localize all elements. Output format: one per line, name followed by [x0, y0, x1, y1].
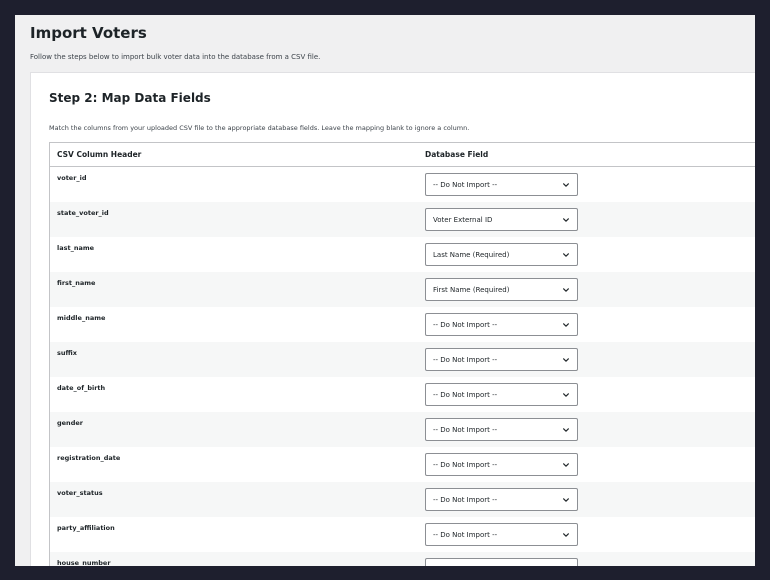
step-title: Step 2: Map Data Fields	[49, 91, 211, 105]
page-description: Follow the steps below to import bulk vo…	[30, 53, 321, 61]
csv-column-name: suffix	[57, 349, 77, 357]
table-row: voter_status -- Do Not Import --	[50, 482, 755, 517]
table-row: state_voter_id Voter External ID	[50, 202, 755, 237]
csv-column-name: state_voter_id	[57, 209, 109, 217]
select-value: Last Name (Required)	[433, 251, 510, 259]
select-value: -- Do Not Import --	[433, 426, 498, 434]
select-value: -- Do Not Import --	[433, 391, 498, 399]
select-value: Voter External ID	[433, 216, 493, 224]
table-row: date_of_birth -- Do Not Import --	[50, 377, 755, 412]
csv-column-name: last_name	[57, 244, 95, 252]
step-description: Match the columns from your uploaded CSV…	[49, 124, 470, 132]
chevron-down-icon	[563, 393, 569, 397]
database-field-select[interactable]: -- Do Not Import --	[425, 418, 578, 441]
header-database-field: Database Field	[425, 150, 489, 159]
chevron-down-icon	[563, 323, 569, 327]
database-field-select[interactable]: -- Do Not Import --	[425, 453, 578, 476]
table-row: suffix -- Do Not Import --	[50, 342, 755, 377]
table-body: voter_id -- Do Not Import -- state_voter_i…	[50, 167, 755, 566]
chevron-down-icon	[563, 358, 569, 362]
database-field-select[interactable]: -- Do Not Import --	[425, 173, 578, 196]
csv-column-name: date_of_birth	[57, 384, 106, 392]
page-title: Import Voters	[30, 24, 147, 42]
table-row: gender -- Do Not Import --	[50, 412, 755, 447]
database-field-select[interactable]: -- Do Not Import --	[425, 383, 578, 406]
chevron-down-icon	[563, 428, 569, 432]
mapping-table: CSV Column Header Database Field voter_i…	[49, 142, 755, 566]
table-row: house_number -- Do Not Import --	[50, 552, 755, 566]
table-row: party_affiliation -- Do Not Import --	[50, 517, 755, 552]
table-row: voter_id -- Do Not Import --	[50, 167, 755, 202]
csv-column-name: party_affiliation	[57, 524, 115, 532]
header-csv-column: CSV Column Header	[57, 150, 142, 159]
table-row: first_name First Name (Required)	[50, 272, 755, 307]
select-value: -- Do Not Import --	[433, 496, 498, 504]
select-value: -- Do Not Import --	[433, 181, 498, 189]
mapping-card: Step 2: Map Data Fields Match the column…	[30, 72, 755, 566]
database-field-select[interactable]: -- Do Not Import --	[425, 348, 578, 371]
csv-column-name: voter_status	[57, 489, 103, 497]
select-value: -- Do Not Import --	[433, 461, 498, 469]
table-header: CSV Column Header Database Field	[50, 143, 755, 167]
chevron-down-icon	[563, 183, 569, 187]
database-field-select[interactable]: -- Do Not Import --	[425, 488, 578, 511]
csv-column-name: middle_name	[57, 314, 106, 322]
database-field-select[interactable]: First Name (Required)	[425, 278, 578, 301]
select-value: First Name (Required)	[433, 286, 510, 294]
select-value: -- Do Not Import --	[433, 356, 498, 364]
chevron-down-icon	[563, 533, 569, 537]
select-value: -- Do Not Import --	[433, 531, 498, 539]
csv-column-name: first_name	[57, 279, 96, 287]
database-field-select[interactable]: -- Do Not Import --	[425, 313, 578, 336]
database-field-select[interactable]: Voter External ID	[425, 208, 578, 231]
csv-column-name: registration_date	[57, 454, 121, 462]
chevron-down-icon	[563, 463, 569, 467]
csv-column-name: house_number	[57, 559, 111, 566]
csv-column-name: gender	[57, 419, 83, 427]
table-row: registration_date -- Do Not Import --	[50, 447, 755, 482]
chevron-down-icon	[563, 498, 569, 502]
csv-column-name: voter_id	[57, 174, 87, 182]
database-field-select[interactable]: -- Do Not Import --	[425, 523, 578, 546]
chevron-down-icon	[563, 218, 569, 222]
table-row: middle_name -- Do Not Import --	[50, 307, 755, 342]
select-value: -- Do Not Import --	[433, 321, 498, 329]
database-field-select[interactable]: -- Do Not Import --	[425, 558, 578, 566]
database-field-select[interactable]: Last Name (Required)	[425, 243, 578, 266]
chevron-down-icon	[563, 288, 569, 292]
table-row: last_name Last Name (Required)	[50, 237, 755, 272]
chevron-down-icon	[563, 253, 569, 257]
app-window: Import Voters Follow the steps below to …	[15, 15, 755, 566]
